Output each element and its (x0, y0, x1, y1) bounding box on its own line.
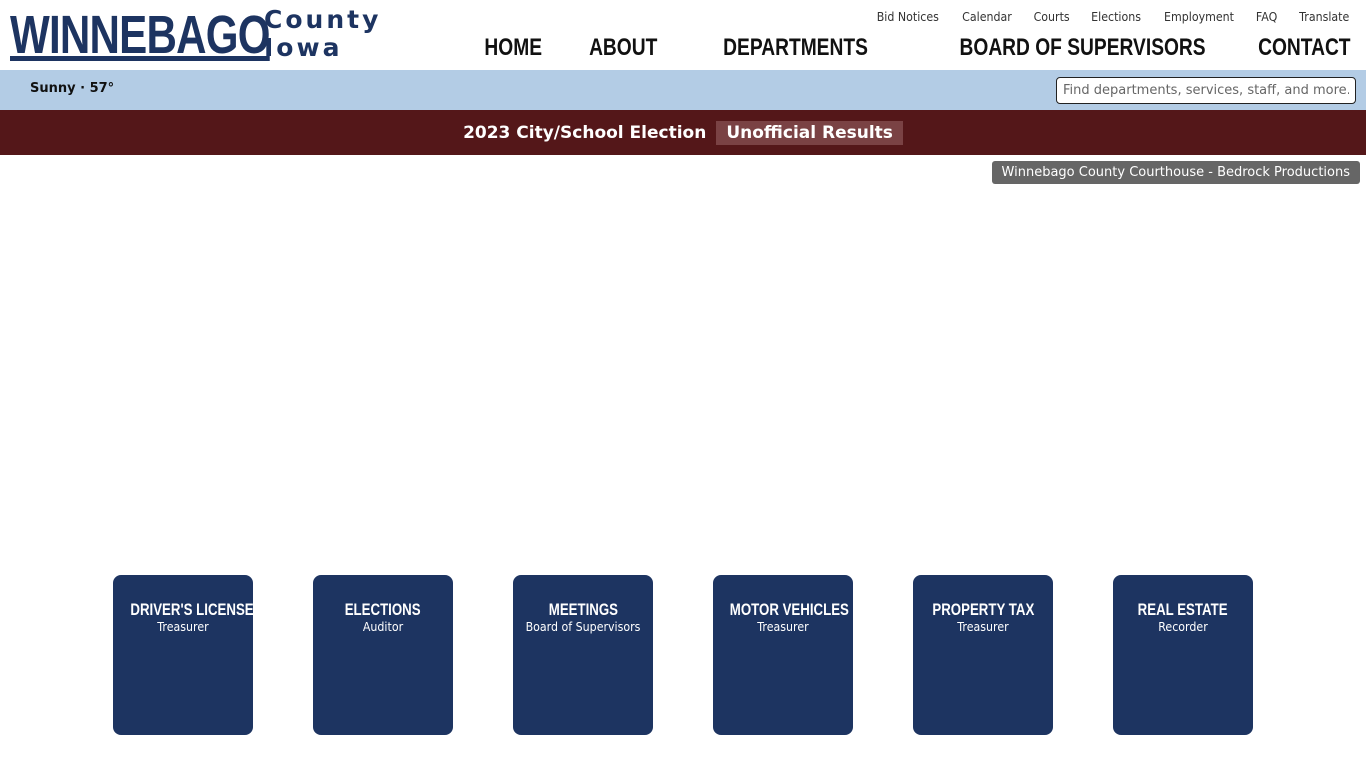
nav-about[interactable]: ABOUT (589, 34, 657, 62)
tile-subtitle: Recorder (1158, 620, 1208, 634)
tile-meetings[interactable]: MEETINGS Board of Supervisors (513, 575, 653, 735)
quick-links: DRIVER'S LICENSE Treasurer ELECTIONS Aud… (113, 575, 1253, 735)
logo-county: County (264, 5, 382, 34)
tile-motor-vehicles[interactable]: MOTOR VEHICLES Treasurer (713, 575, 853, 735)
util-link-elections[interactable]: Elections (1091, 10, 1141, 24)
tile-subtitle: Treasurer (757, 620, 809, 634)
tile-title: REAL ESTATE (1138, 600, 1228, 619)
main-nav: HOME ABOUT DEPARTMENTS BOARD OF SUPERVIS… (440, 34, 1351, 62)
nav-departments[interactable]: DEPARTMENTS (723, 34, 868, 62)
nav-home[interactable]: HOME (484, 34, 542, 62)
tile-subtitle: Auditor (362, 620, 404, 634)
tile-title: MEETINGS (548, 600, 618, 619)
tile-title: MOTOR VEHICLES (729, 600, 849, 619)
tile-title: ELECTIONS (345, 600, 421, 619)
weather-bar: Sunny · 57° (0, 70, 1366, 110)
site-header: WINNEBAGO County Iowa Bid Notices Calend… (0, 0, 1366, 70)
tile-subtitle: Board of Supervisors (525, 620, 641, 634)
tile-real-estate[interactable]: REAL ESTATE Recorder (1113, 575, 1253, 735)
tile-title: DRIVER'S LICENSE (130, 600, 254, 619)
hero-image-area: Winnebago County Courthouse - Bedrock Pr… (0, 155, 1366, 565)
alert-text: 2023 City/School Election (463, 122, 707, 143)
nav-board-of-supervisors[interactable]: BOARD OF SUPERVISORS (959, 34, 1205, 62)
weather-readout: Sunny · 57° (30, 81, 115, 96)
util-link-courts[interactable]: Courts (1033, 10, 1069, 24)
tile-drivers-license[interactable]: DRIVER'S LICENSE Treasurer (113, 575, 254, 735)
util-link-translate[interactable]: Translate (1299, 10, 1349, 24)
logo-main-text: WINNEBAGO (10, 5, 271, 65)
site-logo[interactable]: WINNEBAGO County Iowa (10, 5, 378, 65)
tile-title: PROPERTY TAX (932, 600, 1034, 619)
election-alert-bar: 2023 City/School Election Unofficial Res… (0, 110, 1366, 155)
tile-subtitle: Treasurer (957, 620, 1009, 634)
search-input[interactable] (1056, 77, 1356, 104)
tile-property-tax[interactable]: PROPERTY TAX Treasurer (913, 575, 1053, 735)
unofficial-results-link[interactable]: Unofficial Results (716, 120, 903, 145)
util-link-faq[interactable]: FAQ (1256, 10, 1277, 24)
tile-elections[interactable]: ELECTIONS Auditor (313, 575, 453, 735)
tile-subtitle: Treasurer (157, 620, 209, 634)
util-link-employment[interactable]: Employment (1164, 10, 1234, 24)
util-link-bid-notices[interactable]: Bid Notices (877, 10, 939, 24)
hero-caption: Winnebago County Courthouse - Bedrock Pr… (991, 161, 1360, 184)
util-link-calendar[interactable]: Calendar (962, 10, 1012, 24)
logo-state: Iowa (264, 33, 343, 62)
utility-nav: Bid Notices Calendar Courts Elections Em… (856, 10, 1351, 24)
logo-sub-text: County Iowa (264, 6, 381, 62)
nav-contact[interactable]: CONTACT (1259, 34, 1351, 62)
